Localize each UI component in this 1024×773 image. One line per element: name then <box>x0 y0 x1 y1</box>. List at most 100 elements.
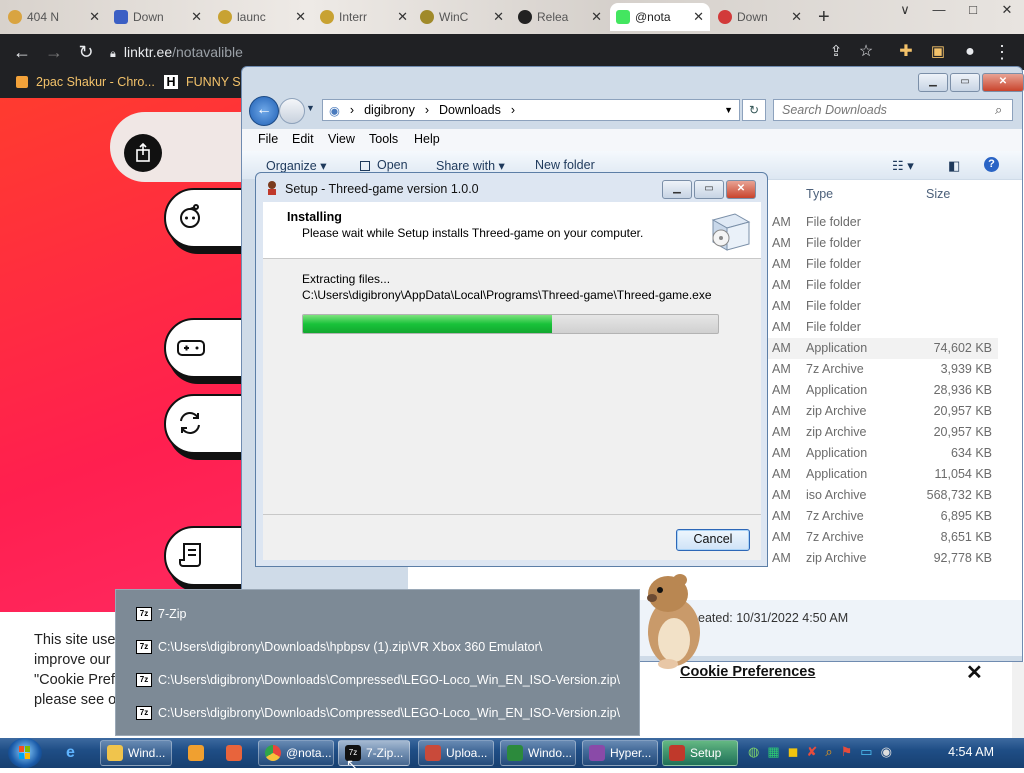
file-row[interactable]: AM zip Archive 20,957 KB <box>768 401 998 422</box>
taskbar-item[interactable]: Uploa... <box>418 740 494 766</box>
tab-close-icon[interactable]: ✕ <box>89 9 100 25</box>
back-arrow-icon[interactable]: ← <box>10 40 34 64</box>
file-row[interactable]: AM Application 74,602 KB <box>768 338 998 359</box>
address-dropdown-icon[interactable]: ▼ <box>724 105 733 115</box>
file-row[interactable]: AM File folder <box>768 275 998 296</box>
new-tab-button[interactable]: + <box>818 6 830 29</box>
forward-arrow-icon[interactable]: → <box>42 40 66 64</box>
forward-arrow-icon[interactable] <box>279 98 305 124</box>
share-icon[interactable]: ⇪ <box>824 40 848 64</box>
tools-icon[interactable]: ✘ <box>806 744 817 760</box>
help-icon[interactable]: ? <box>984 157 999 172</box>
new-folder-button[interactable]: New folder <box>535 158 595 172</box>
jump-list-item[interactable]: 7z C:\Users\digibrony\Downloads\Compresse… <box>136 673 620 687</box>
organize-button[interactable]: Organize ▾ <box>266 158 326 173</box>
file-row[interactable]: AM File folder <box>768 212 998 233</box>
bookmark-star-icon[interactable]: ☆ <box>854 40 878 64</box>
search-input[interactable]: Search Downloads <box>773 99 1013 121</box>
maximize-button[interactable]: □ <box>956 0 990 22</box>
tab-close-icon[interactable]: ✕ <box>191 9 202 25</box>
taskbar-item[interactable]: Setup <box>662 740 738 766</box>
column-type-header[interactable]: Type <box>806 187 833 201</box>
tab-close-icon[interactable]: ✕ <box>493 9 504 25</box>
maximize-button[interactable]: ▭ <box>950 73 980 92</box>
tab-close-icon[interactable]: ✕ <box>397 9 408 25</box>
file-row[interactable]: AM zip Archive 20,957 KB <box>768 422 998 443</box>
browser-tab[interactable]: WinC ✕ <box>414 3 510 31</box>
flag-icon[interactable]: ⚑ <box>841 744 853 760</box>
address-bar[interactable]: 🔒︎ linktr.ee/notavalible <box>110 39 820 65</box>
tab-close-icon[interactable]: ✕ <box>591 9 602 25</box>
start-button[interactable] <box>8 738 42 768</box>
volume-icon[interactable]: ◉ <box>881 744 892 760</box>
cookie-close-icon[interactable]: ✕ <box>966 660 983 685</box>
file-row[interactable]: AM File folder <box>768 233 998 254</box>
file-row[interactable]: AM Application 634 KB <box>768 443 998 464</box>
close-button[interactable]: ✕ <box>990 0 1024 22</box>
file-row[interactable]: AM iso Archive 568,732 KB <box>768 485 998 506</box>
file-row[interactable]: AM File folder <box>768 317 998 338</box>
menu-file[interactable]: File <box>258 132 278 146</box>
sync-link-button[interactable] <box>164 394 250 454</box>
menu-kebab-icon[interactable]: ⋮ <box>990 40 1014 64</box>
file-row[interactable]: AM zip Archive 92,778 KB <box>768 548 998 569</box>
back-arrow-icon[interactable]: ← <box>249 96 279 126</box>
tray-app-icon[interactable]: ▦ <box>767 744 779 760</box>
bookmark-item[interactable]: H FUNNY SH <box>164 75 250 89</box>
browser-tab[interactable]: launc ✕ <box>212 3 312 31</box>
reddit-link-button[interactable] <box>164 188 250 248</box>
browser-tab-active[interactable]: @nota ✕ <box>610 3 710 31</box>
ie-icon[interactable]: e <box>66 744 75 762</box>
taskbar-clock[interactable]: 4:54 AM <box>948 745 994 759</box>
tab-close-icon[interactable]: ✕ <box>791 9 802 25</box>
browser-tab[interactable]: 404 N ✕ <box>2 3 106 31</box>
menu-help[interactable]: Help <box>414 132 440 146</box>
taskbar-item[interactable]: Wind... <box>100 740 172 766</box>
menu-tools[interactable]: Tools <box>369 132 398 146</box>
file-row[interactable]: AM Application 28,936 KB <box>768 380 998 401</box>
close-button[interactable]: ✕ <box>982 73 1024 92</box>
profile-avatar-icon[interactable]: ● <box>958 40 982 64</box>
file-row[interactable]: AM 7z Archive 8,651 KB <box>768 527 998 548</box>
scroll-link-button[interactable] <box>164 526 250 586</box>
explorer-address-bar[interactable]: ◉ › digibrony › Downloads › ▼ <box>322 99 740 121</box>
file-row[interactable]: AM Application 11,054 KB <box>768 464 998 485</box>
taskbar-item[interactable]: Windo... <box>500 740 576 766</box>
minimize-button[interactable]: — <box>922 0 956 22</box>
jump-list-item[interactable]: 7z C:\Users\digibrony\Downloads\hpbpsv (1… <box>136 640 542 654</box>
browser-tab[interactable]: Relea ✕ <box>512 3 608 31</box>
refresh-icon[interactable]: ↻ <box>742 99 766 121</box>
reload-icon[interactable]: ↻ <box>74 40 98 64</box>
search-tray-icon[interactable]: ⌕ <box>825 744 832 760</box>
breadcrumb-item[interactable]: digibrony <box>364 103 415 117</box>
page-scrollbar[interactable] <box>1012 662 1024 738</box>
file-row[interactable]: AM 7z Archive 6,895 KB <box>768 506 998 527</box>
close-button[interactable]: ✕ <box>726 180 756 199</box>
extensions-puzzle-icon[interactable]: ✚ <box>894 40 918 64</box>
preview-pane-icon[interactable]: ◧ <box>948 158 960 174</box>
minimize-button[interactable]: ▁ <box>662 180 692 199</box>
breadcrumb-item[interactable]: Downloads <box>439 103 501 117</box>
view-options-icon[interactable]: ☷ ▾ <box>892 158 914 174</box>
minimize-button[interactable]: ▁ <box>918 73 948 92</box>
taskbar-item[interactable]: @nota... <box>258 740 334 766</box>
file-row[interactable]: AM 7z Archive 3,939 KB <box>768 359 998 380</box>
network-globe-icon[interactable]: ◍ <box>748 744 759 760</box>
file-row[interactable]: AM File folder <box>768 296 998 317</box>
tab-close-icon[interactable]: ✕ <box>295 9 306 25</box>
tray-app-icon[interactable]: ◼ <box>788 744 799 760</box>
taskbar-item[interactable]: Hyper... <box>582 740 658 766</box>
share-with-button[interactable]: Share with ▾ <box>436 158 505 173</box>
file-row[interactable]: AM File folder <box>768 254 998 275</box>
recent-pages-chevron-icon[interactable]: ▼ <box>306 103 315 113</box>
browser-tab[interactable]: Down ✕ <box>108 3 208 31</box>
bookmark-item[interactable]: 2pac Shakur - Chro... <box>16 75 155 89</box>
maximize-button[interactable]: ▭ <box>694 180 724 199</box>
side-panel-icon[interactable]: ▣ <box>926 40 950 64</box>
column-size-header[interactable]: Size <box>926 187 950 201</box>
monitor-icon[interactable]: ▭ <box>860 744 872 760</box>
linktree-share-button[interactable] <box>124 134 162 172</box>
open-button[interactable]: Open <box>377 158 408 172</box>
browser-tab[interactable]: Down ✕ <box>712 3 808 31</box>
search-icon[interactable]: ⌕ <box>995 102 1002 118</box>
